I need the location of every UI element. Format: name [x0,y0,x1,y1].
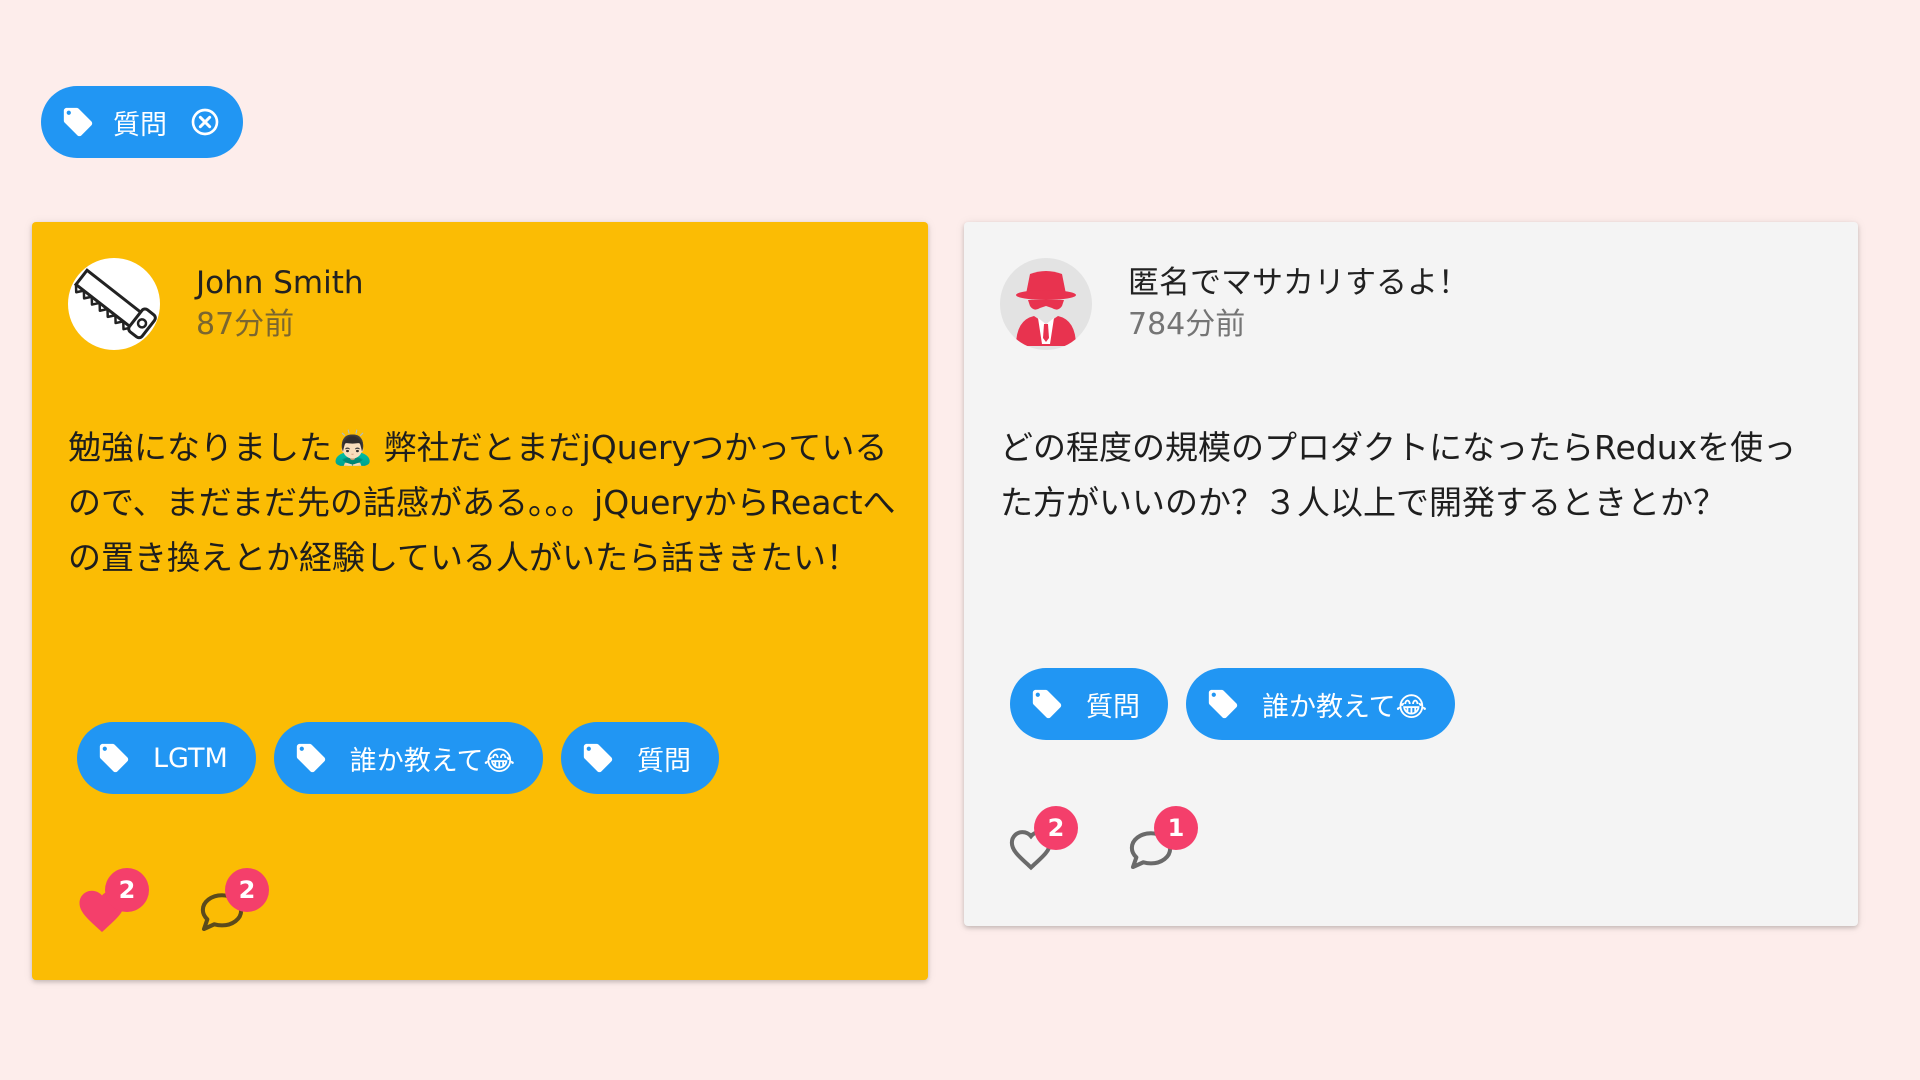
tag-icon [583,743,613,773]
post-body: 勉強になりました🙇🏻‍♂️ 弊社だとまだjQueryつかっているので、まだまだ先… [68,428,896,577]
close-circle-icon[interactable] [189,106,221,138]
like-count-badge: 2 [105,868,149,912]
post-time: 87分前 [196,307,295,342]
like-button[interactable]: 2 [75,868,149,946]
tag-label: LGTM [153,742,228,774]
tag-label: 質問 [637,745,691,777]
tag-icon [99,743,129,773]
author-name: John Smith [196,265,364,301]
anonymous-spy-avatar-icon [1016,271,1076,346]
tag-chip[interactable]: 質問 [561,722,719,794]
tag-chip[interactable]: 誰か教えて😂 [273,722,543,794]
post-card[interactable]: John Smith 87分前 勉強になりました🙇🏻‍♂️ 弊社だとまだjQue… [32,222,928,980]
post-header: 匿名でマサカリするよ！ 784分前 [1000,258,1469,350]
comment-count-badge: 1 [1154,806,1198,850]
saw-avatar-icon [73,268,157,340]
tag-chip[interactable]: LGTM [77,722,256,794]
tag-label: 誰か教えて😂 [1262,691,1428,723]
post-header: John Smith 87分前 [68,258,364,350]
tag-list: LGTM 誰か教えて😂 質問 [77,722,719,794]
tag-icon [1208,689,1238,719]
tag-list: 質問 誰か教えて😂 [1010,668,1456,740]
like-count-badge: 2 [1034,806,1078,850]
comment-count-badge: 2 [225,868,269,912]
active-filter-chip[interactable]: 質問 [41,86,243,158]
avatar[interactable] [1000,258,1092,350]
tag-chip[interactable]: 誰か教えて😂 [1186,668,1456,740]
tag-label: 誰か教えて😂 [349,745,515,777]
comment-button[interactable]: 2 [195,868,269,946]
author-name: 匿名でマサカリするよ！ [1128,265,1469,301]
filter-label: 質問 [113,109,167,141]
post-actions: 2 1 [1004,806,1198,884]
post-card[interactable]: 匿名でマサカリするよ！ 784分前 どの程度の規模のプロダクトになったらRedu… [964,222,1858,926]
comment-button[interactable]: 1 [1124,806,1198,884]
like-button[interactable]: 2 [1004,806,1078,884]
tag-chip[interactable]: 質問 [1010,668,1168,740]
avatar[interactable] [68,258,160,350]
tag-icon [63,107,93,137]
tag-label: 質問 [1086,691,1140,723]
post-actions: 2 2 [75,868,269,946]
tag-icon [1032,689,1062,719]
tag-icon [296,743,325,773]
post-body: どの程度の規模のプロダクトになったらReduxを使った方がいいのか？３人以上で開… [1000,428,1797,522]
post-time: 784分前 [1128,307,1246,342]
